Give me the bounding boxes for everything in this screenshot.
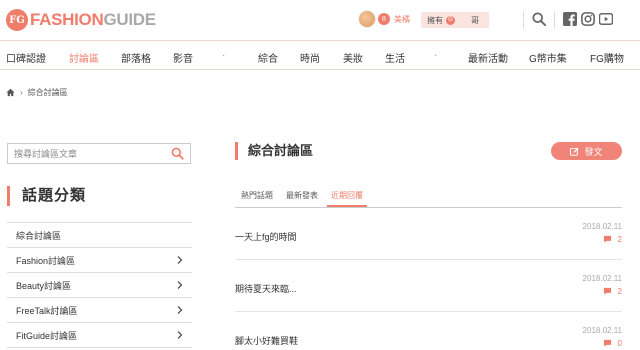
main-nav: 口碑認證 討論區 部落格 影音 · 綜合 時尚 美妝 生活 · 最新活動 G幣市… <box>0 40 640 70</box>
coin-balance[interactable]: 擁有 G 哥 <box>421 12 511 28</box>
page-title: 綜合討論區 <box>235 142 313 160</box>
nav-item-beauty[interactable]: 美妝 <box>343 50 363 65</box>
edit-icon <box>570 147 580 156</box>
nav-item-fashion[interactable]: 時尚 <box>300 50 320 65</box>
new-post-label: 發文 <box>584 146 603 157</box>
tab-latest[interactable]: 最新發表 <box>282 190 322 205</box>
tab-hot[interactable]: 熱門話題 <box>237 190 277 205</box>
nav-item-shop[interactable]: FG購物 <box>590 50 624 65</box>
avatar[interactable] <box>358 10 376 28</box>
chevron-right-icon <box>177 281 183 289</box>
breadcrumb-current[interactable]: 綜合討論區 <box>28 87 68 98</box>
new-post-button[interactable]: 發文 <box>551 142 622 160</box>
nav-item-reviews[interactable]: 口碑認證 <box>6 50 46 65</box>
nav-item-blog[interactable]: 部落格 <box>121 50 151 65</box>
coin-label: 擁有 <box>427 15 443 25</box>
breadcrumb: › 綜合討論區 <box>6 87 68 98</box>
nav-separator: · <box>222 50 226 61</box>
coin-balance-end <box>489 12 511 28</box>
topic-divider <box>235 311 622 312</box>
category-label: FreeTalk討論區 <box>16 305 78 316</box>
nav-item-gcoin-market[interactable]: G幣市集 <box>529 50 567 65</box>
coin-icon: G <box>446 15 455 25</box>
chevron-right-icon <box>177 306 183 314</box>
facebook-icon[interactable] <box>563 12 577 26</box>
topic-date: 2018.02.11 <box>582 326 622 335</box>
search-icon[interactable] <box>532 12 546 26</box>
topic-comment-count: 2 <box>603 287 622 296</box>
tab-recent-replies[interactable]: 近期回覆 <box>327 190 367 207</box>
logo-wordmark: FASHIONGUIDE <box>30 10 156 30</box>
category-item-fitguide[interactable]: FitGuide討論區 <box>7 323 192 348</box>
category-item-freetalk[interactable]: FreeTalk討論區 <box>7 298 192 323</box>
topic-tabs: 熱門話題 最新發表 近期回覆 <box>235 188 622 208</box>
category-item-beauty[interactable]: Beauty討論區 <box>7 273 192 298</box>
divider <box>554 11 555 29</box>
topic-title[interactable]: 一天上fg的時間 <box>235 230 297 243</box>
nav-item-life[interactable]: 生活 <box>385 50 405 65</box>
nav-item-video[interactable]: 影音 <box>173 50 193 65</box>
category-label: FitGuide討論區 <box>16 330 78 341</box>
forum-search <box>7 143 191 164</box>
category-heading: 話題分類 <box>7 186 86 206</box>
category-label: Beauty討論區 <box>16 280 72 291</box>
topic-comment-count: 0 <box>603 339 622 348</box>
comment-icon <box>603 339 611 347</box>
comment-count: 0 <box>617 339 622 348</box>
topic-date: 2018.02.11 <box>582 222 622 231</box>
home-icon[interactable] <box>6 88 15 97</box>
category-label: Fashion討論區 <box>16 255 76 266</box>
chevron-right-icon <box>177 256 183 264</box>
comment-icon <box>603 287 611 295</box>
comment-count: 2 <box>617 235 622 244</box>
topic-title[interactable]: 期待夏天來臨... <box>235 282 297 295</box>
category-item-general[interactable]: 綜合討論區 <box>7 223 192 248</box>
category-label: 綜合討論區 <box>16 230 62 241</box>
topic-title[interactable]: 腳太小好難買鞋 <box>235 334 298 347</box>
notification-badge: 8 <box>378 13 390 25</box>
comment-icon <box>603 235 611 243</box>
instagram-icon[interactable] <box>581 12 595 26</box>
search-input[interactable] <box>14 144 164 164</box>
nav-item-events[interactable]: 最新活動 <box>468 50 508 65</box>
user-name[interactable]: 美橘 <box>394 14 410 25</box>
logo-guide: GUIDE <box>103 10 156 29</box>
redeem-link[interactable]: 哥 <box>471 15 479 26</box>
youtube-icon[interactable] <box>599 12 613 26</box>
search-icon[interactable] <box>171 147 184 160</box>
topic-divider <box>235 259 622 260</box>
user-menu[interactable]: 8 美橘 <box>358 10 410 28</box>
site-header: FG FASHIONGUIDE 8 美橘 擁有 G 哥 <box>0 0 640 40</box>
chevron-right-icon: › <box>20 88 23 97</box>
topic-date: 2018.02.11 <box>582 274 622 283</box>
site-logo[interactable]: FG FASHIONGUIDE <box>6 9 156 31</box>
nav-separator: · <box>434 50 438 61</box>
nav-item-general[interactable]: 綜合 <box>258 50 278 65</box>
logo-badge: FG <box>6 9 28 31</box>
chevron-right-icon <box>177 331 183 339</box>
topic-comment-count: 2 <box>603 235 622 244</box>
category-item-fashion[interactable]: Fashion討論區 <box>7 248 192 273</box>
category-list: 綜合討論區 Fashion討論區 Beauty討論區 FreeTalk討論區 F… <box>7 222 192 348</box>
logo-fashion: FASHION <box>30 10 104 29</box>
comment-count: 2 <box>617 287 622 296</box>
divider <box>523 11 524 29</box>
nav-item-forum[interactable]: 討論區 <box>69 50 99 65</box>
